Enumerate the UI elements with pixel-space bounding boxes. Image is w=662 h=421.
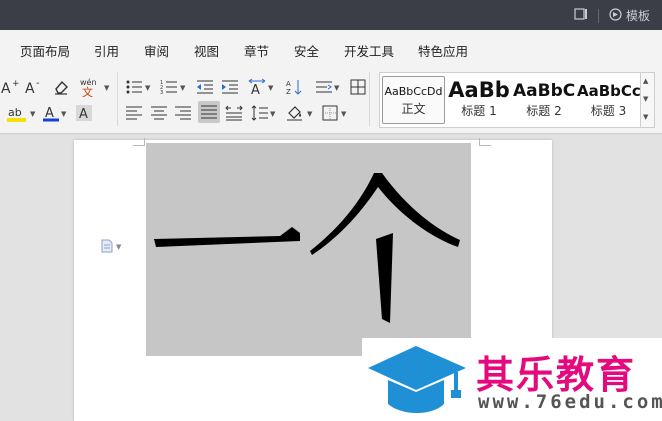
- distributed-icon[interactable]: [224, 103, 244, 123]
- char-shading-icon[interactable]: A: [74, 103, 94, 123]
- svg-text:A: A: [1, 81, 11, 96]
- document-icon: [101, 238, 113, 257]
- bullet-list-icon[interactable]: [124, 77, 144, 97]
- borders-icon[interactable]: [320, 103, 340, 123]
- style-name: 标题 2: [526, 104, 562, 118]
- style-preview: AaBb: [448, 78, 510, 102]
- bullet-dropdown-caret[interactable]: ▼: [145, 84, 150, 92]
- svg-text:-: -: [36, 78, 40, 89]
- menu-page-layout[interactable]: 页面布局: [20, 41, 70, 60]
- style-heading-1[interactable]: AaBb 标题 1: [447, 76, 511, 124]
- line-spacing-rules-icon[interactable]: [314, 77, 334, 97]
- line-rules-dropdown-caret[interactable]: ▼: [334, 84, 339, 92]
- svg-text:文: 文: [82, 85, 93, 97]
- title-bar: 模板: [0, 0, 662, 30]
- menu-developer-tools[interactable]: 开发工具: [344, 41, 394, 60]
- panel-toggle-icon[interactable]: [574, 8, 588, 23]
- align-center-icon[interactable]: [149, 103, 169, 123]
- style-heading-3[interactable]: AaBbCc 标题 3: [577, 76, 640, 124]
- style-preview: AaBbC: [513, 81, 575, 101]
- menu-review[interactable]: 审阅: [144, 41, 169, 60]
- svg-text:A: A: [251, 83, 260, 96]
- chevron-down-icon: ▼: [116, 243, 122, 251]
- gallery-expand-icon[interactable]: ▼: [643, 113, 648, 121]
- align-right-icon[interactable]: [173, 103, 193, 123]
- titlebar-actions: 模板: [574, 7, 650, 24]
- numbered-list-icon[interactable]: 123: [159, 77, 179, 97]
- show-hide-marks-icon[interactable]: [348, 77, 368, 97]
- highlight-dropdown-caret[interactable]: ▼: [30, 110, 35, 118]
- text-direction-icon[interactable]: A: [247, 77, 267, 97]
- svg-text:ab: ab: [8, 106, 22, 119]
- phonetic-dropdown-caret[interactable]: ▼: [104, 84, 109, 92]
- svg-text:A: A: [25, 81, 35, 96]
- gallery-down-icon[interactable]: ▼: [643, 95, 648, 103]
- style-heading-2[interactable]: AaBbC 标题 2: [513, 76, 575, 124]
- sort-icon[interactable]: AZ: [284, 77, 304, 97]
- margin-corner-mark: [479, 138, 491, 146]
- justify-icon[interactable]: [198, 101, 220, 123]
- highlight-icon[interactable]: ab: [6, 103, 28, 123]
- ribbon-separator: [117, 72, 118, 126]
- line-spacing-icon[interactable]: [250, 103, 270, 123]
- increase-indent-icon[interactable]: [220, 77, 240, 97]
- watermark-logo: 其乐教育 www.76edu.com: [362, 338, 662, 421]
- phonetic-guide-icon[interactable]: wén 文: [78, 77, 102, 97]
- gallery-up-icon[interactable]: ▲: [643, 77, 648, 85]
- paragraph-shading-icon[interactable]: [285, 103, 305, 123]
- font-color-icon[interactable]: A: [41, 103, 61, 123]
- style-name: 标题 1: [461, 104, 497, 118]
- menu-chapter[interactable]: 章节: [244, 41, 269, 60]
- shrink-font-icon[interactable]: A-: [24, 77, 44, 97]
- style-name: 标题 3: [590, 104, 627, 118]
- titlebar-separator: [597, 8, 599, 23]
- menu-references[interactable]: 引用: [94, 41, 119, 60]
- svg-text:A: A: [286, 80, 291, 88]
- svg-text:Z: Z: [286, 88, 291, 96]
- template-button[interactable]: 模板: [609, 7, 650, 24]
- paragraph-layout-button[interactable]: ▼: [101, 238, 127, 257]
- ribbon-separator: [369, 72, 370, 126]
- image-text-graphic: 一个: [146, 143, 460, 323]
- menu-featured-apps[interactable]: 特色应用: [418, 41, 468, 60]
- borders-dropdown-caret[interactable]: ▼: [341, 110, 346, 118]
- watermark-url: www.76edu.com: [478, 391, 662, 413]
- margin-corner-mark: [133, 138, 145, 146]
- menu-security[interactable]: 安全: [294, 41, 319, 60]
- menu-view[interactable]: 视图: [194, 41, 219, 60]
- font-color-dropdown-caret[interactable]: ▼: [61, 110, 66, 118]
- style-normal[interactable]: AaBbCcDd 正文: [382, 76, 445, 124]
- style-name: 正文: [401, 102, 426, 116]
- graduation-cap-icon: [368, 346, 466, 413]
- clear-format-icon[interactable]: [51, 77, 71, 97]
- image-text: 一个: [146, 143, 148, 144]
- text-direction-dropdown-caret[interactable]: ▼: [268, 84, 273, 92]
- align-left-icon[interactable]: [124, 103, 144, 123]
- menu-bar: 页面布局 引用 审阅 视图 章节 安全 开发工具 特色应用: [0, 30, 662, 66]
- style-preview: AaBbCcDd: [384, 85, 443, 98]
- line-spacing-dropdown-caret[interactable]: ▼: [270, 110, 275, 118]
- svg-text:3: 3: [160, 90, 163, 95]
- shading-dropdown-caret[interactable]: ▼: [307, 110, 312, 118]
- template-icon: [609, 7, 622, 24]
- decrease-indent-icon[interactable]: [195, 77, 215, 97]
- styles-gallery: AaBbCcDd 正文 AaBb 标题 1 AaBbC 标题 2 AaBbCc …: [379, 72, 641, 128]
- template-label: 模板: [625, 9, 650, 23]
- styles-gallery-scroll: ▲ ▼ ▼: [641, 72, 655, 128]
- style-preview: AaBbCc: [577, 82, 640, 100]
- inserted-image[interactable]: 一个: [146, 143, 471, 356]
- svg-text:+: +: [12, 79, 20, 89]
- svg-text:A: A: [79, 107, 88, 122]
- numbering-dropdown-caret[interactable]: ▼: [180, 84, 185, 92]
- grow-font-icon[interactable]: A +: [0, 77, 20, 97]
